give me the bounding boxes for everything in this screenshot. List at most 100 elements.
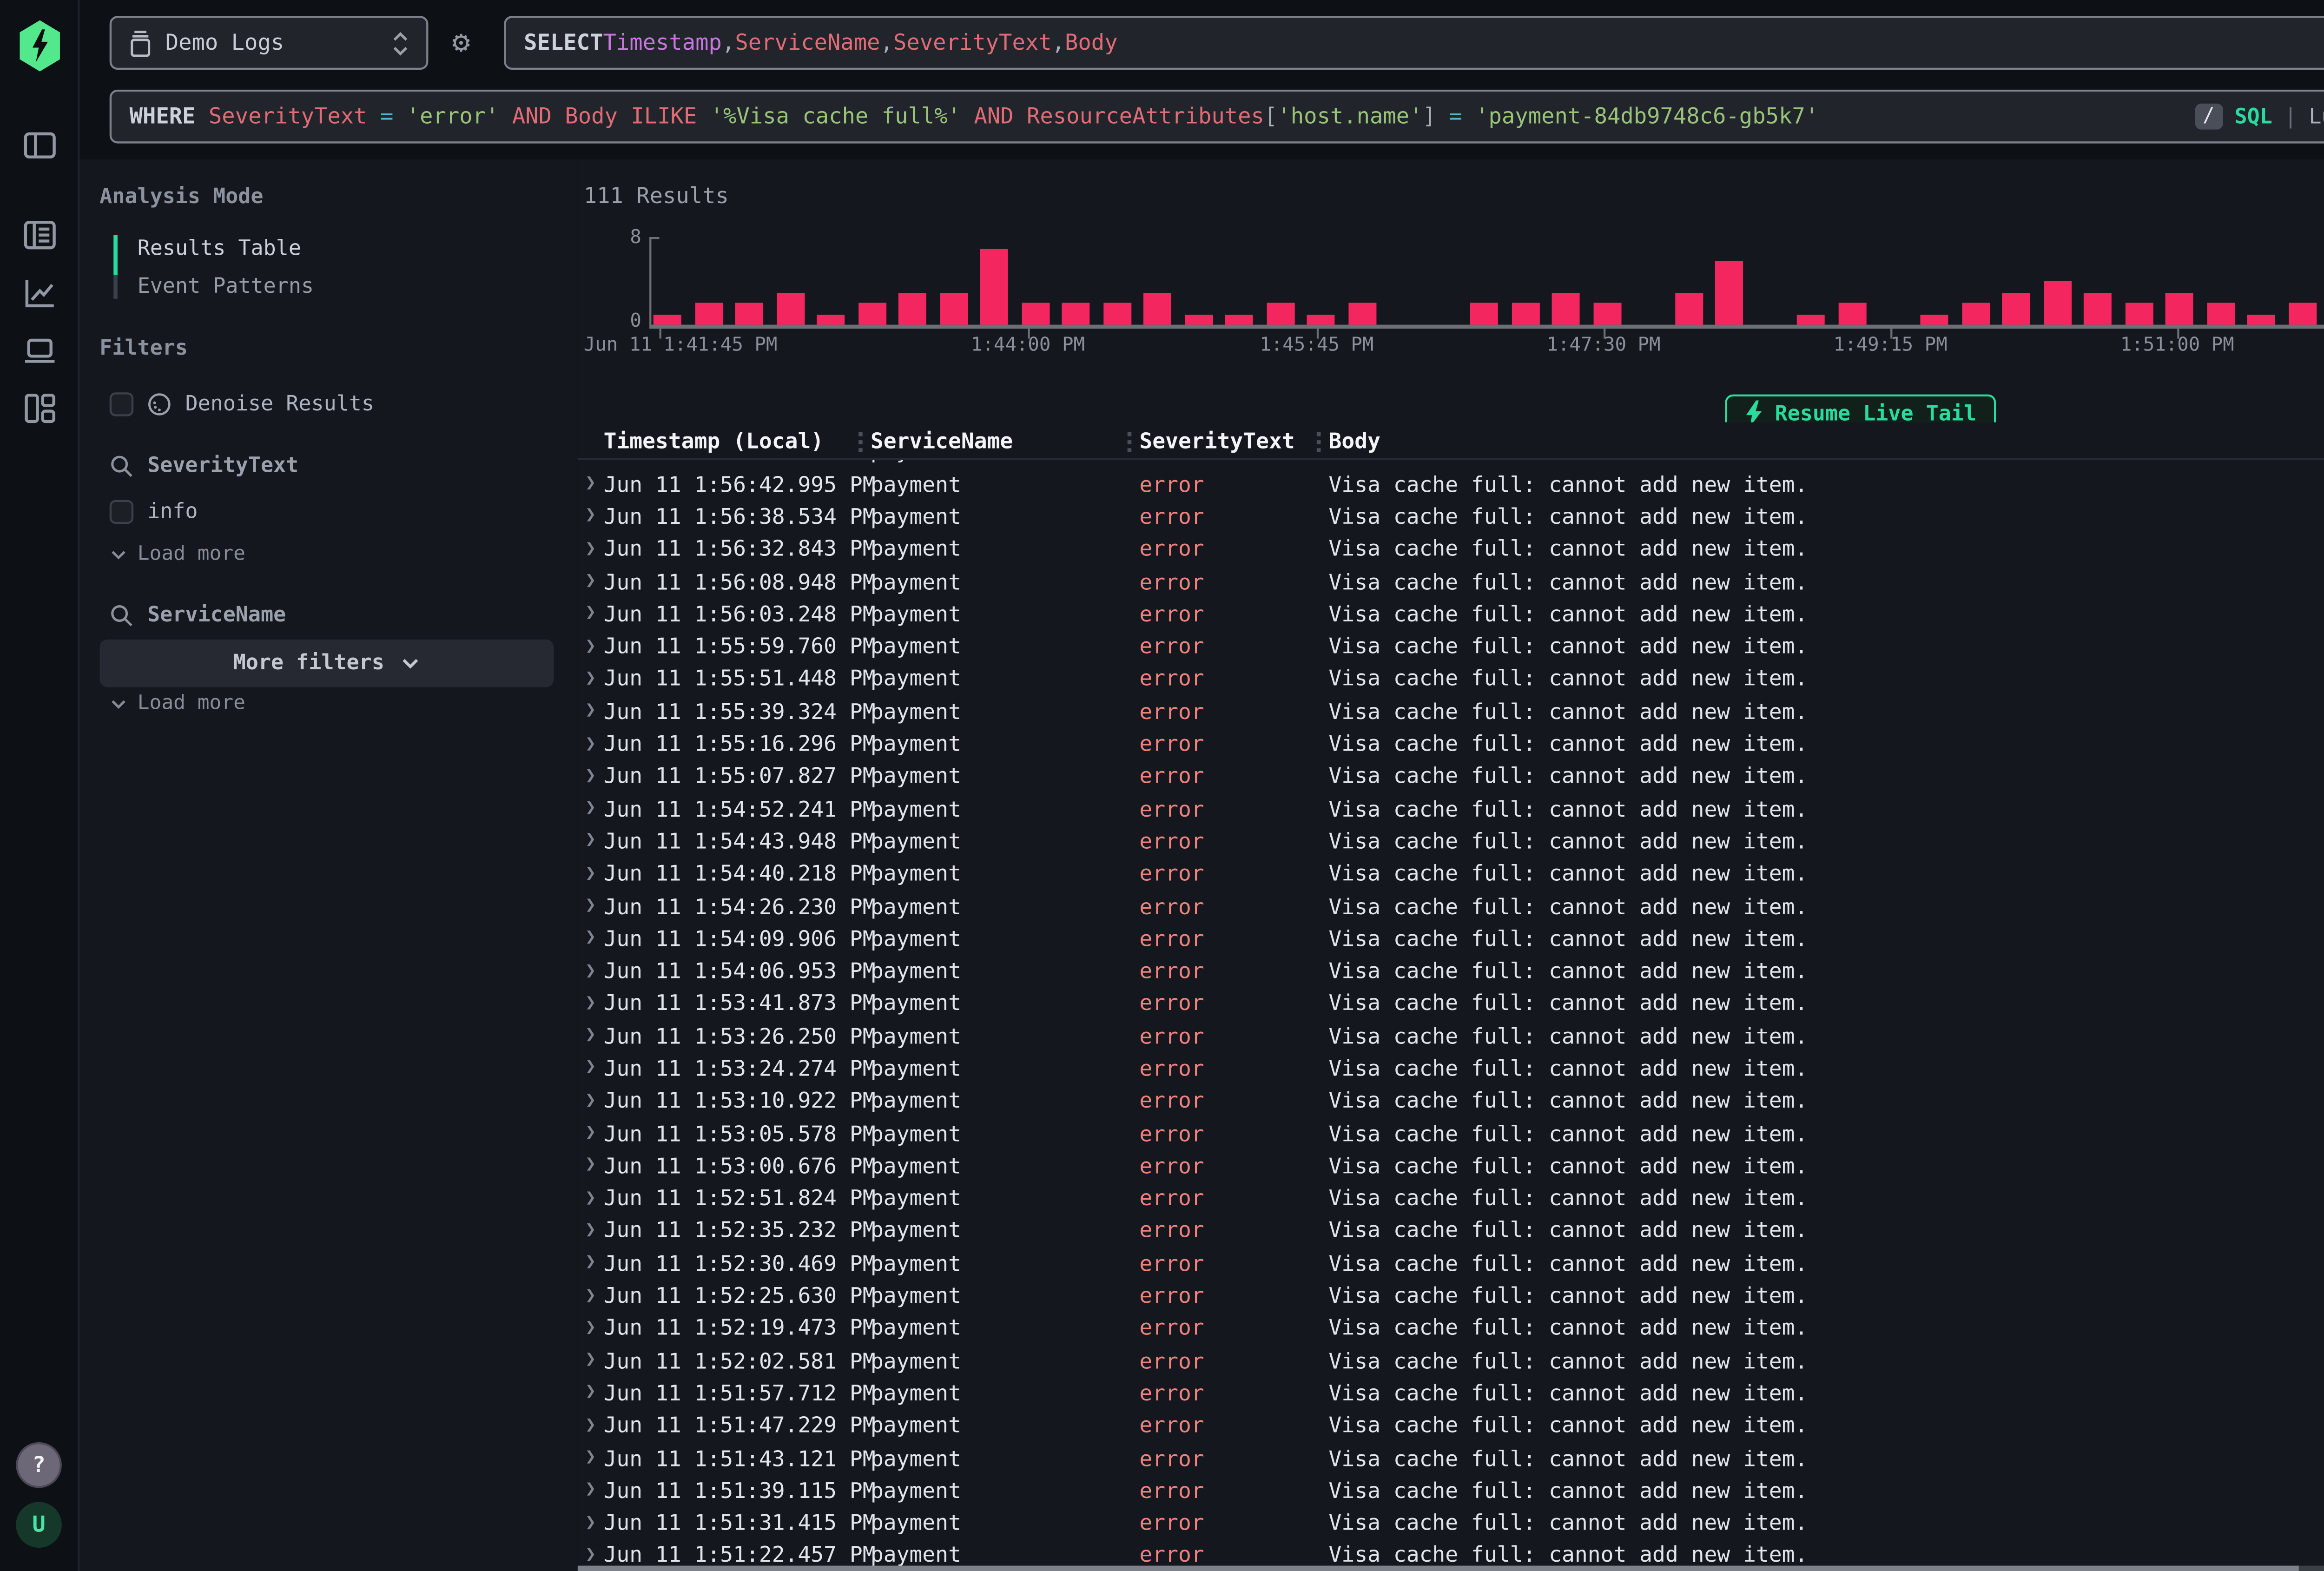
histogram-bar[interactable]: [1798, 314, 1826, 324]
more-filters-button[interactable]: More filters: [99, 640, 554, 687]
sessions-icon[interactable]: [21, 333, 57, 369]
histogram-bar[interactable]: [1185, 314, 1213, 324]
row-expand-chevron-icon[interactable]: ❯: [578, 1448, 604, 1468]
row-expand-chevron-icon[interactable]: ❯: [578, 637, 604, 657]
row-expand-chevron-icon[interactable]: ❯: [578, 1286, 604, 1306]
table-row[interactable]: ❯Jun 11 1:53:05.578 PMpaymenterrorVisa c…: [578, 1117, 2324, 1150]
histogram-bar[interactable]: [817, 314, 845, 324]
table-row[interactable]: ❯Jun 11 1:56:08.948 PMpaymenterrorVisa c…: [578, 566, 2324, 598]
sql-mode-option[interactable]: SQL: [2235, 105, 2272, 128]
table-row[interactable]: ❯Jun 11 1:55:59.760 PMpaymenterrorVisa c…: [578, 630, 2324, 663]
histogram-bar[interactable]: [1226, 314, 1254, 324]
column-resize-handle[interactable]: [1128, 432, 1132, 452]
row-expand-chevron-icon[interactable]: ❯: [578, 1221, 604, 1241]
histogram-bar[interactable]: [2002, 292, 2030, 324]
histogram-bar[interactable]: [1062, 303, 1090, 324]
source-select[interactable]: Demo Logs: [110, 16, 429, 70]
row-expand-chevron-icon[interactable]: ❯: [578, 1481, 604, 1501]
table-row[interactable]: ❯Jun 11 1:51:31.415 PMpaymenterrorVisa c…: [578, 1507, 2324, 1539]
table-row[interactable]: ❯Jun 11 1:53:26.250 PMpaymenterrorVisa c…: [578, 1020, 2324, 1052]
column-resize-handle[interactable]: [1317, 432, 1321, 452]
histogram-bar[interactable]: [654, 314, 681, 324]
source-settings-gear-icon[interactable]: ⚙: [444, 26, 478, 60]
row-expand-chevron-icon[interactable]: ❯: [578, 539, 604, 559]
histogram-bar[interactable]: [1839, 303, 1867, 324]
row-expand-chevron-icon[interactable]: ❯: [578, 1091, 604, 1111]
row-expand-chevron-icon[interactable]: ❯: [578, 799, 604, 819]
row-expand-chevron-icon[interactable]: ❯: [578, 734, 604, 754]
row-expand-chevron-icon[interactable]: ❯: [578, 1351, 604, 1371]
histogram-bar[interactable]: [694, 303, 722, 324]
table-row[interactable]: ❯Jun 11 1:56:38.534 PMpaymenterrorVisa c…: [578, 501, 2324, 533]
histogram-bar[interactable]: [1552, 292, 1580, 324]
row-expand-chevron-icon[interactable]: ❯: [578, 572, 604, 592]
table-row[interactable]: ❯Jun 11 1:54:06.953 PMpaymenterrorVisa c…: [578, 955, 2324, 988]
servicename-field-label[interactable]: ServiceName: [147, 602, 286, 626]
table-row[interactable]: ❯Jun 11 1:54:43.948 PMpaymenterrorVisa c…: [578, 825, 2324, 858]
table-row[interactable]: ❯Jun 11 1:55:16.296 PMpaymenterrorVisa c…: [578, 728, 2324, 760]
histogram-bar[interactable]: [1267, 303, 1294, 324]
histogram-bar[interactable]: [1307, 314, 1335, 324]
row-expand-chevron-icon[interactable]: ❯: [578, 994, 604, 1014]
histogram-bar[interactable]: [1471, 303, 1499, 324]
histogram-bar[interactable]: [1512, 303, 1539, 324]
table-row[interactable]: ❯Jun 11 1:53:24.274 PMpaymenterrorVisa c…: [578, 1052, 2324, 1085]
row-expand-chevron-icon[interactable]: ❯: [578, 669, 604, 689]
table-row[interactable]: ❯Jun 11 1:52:35.232 PMpaymenterrorVisa c…: [578, 1215, 2324, 1248]
histogram-bar[interactable]: [1675, 292, 1703, 324]
where-query-input[interactable]: WHERE SeverityText = 'error' AND Body IL…: [110, 90, 2324, 144]
histogram-bar[interactable]: [1593, 303, 1621, 324]
select-query-input[interactable]: SELECT Timestamp, ServiceName, SeverityT…: [504, 16, 2324, 70]
histogram-bar[interactable]: [2125, 303, 2152, 324]
col-header-servicename[interactable]: ServiceName: [871, 428, 1013, 454]
histogram-bar[interactable]: [1348, 303, 1376, 324]
histogram-bar[interactable]: [1961, 303, 1989, 324]
row-expand-chevron-icon[interactable]: ❯: [578, 1545, 604, 1565]
row-expand-chevron-icon[interactable]: ❯: [578, 1513, 604, 1533]
table-row[interactable]: ❯Jun 11 1:51:39.115 PMpaymenterrorVisa c…: [578, 1474, 2324, 1507]
table-row[interactable]: ❯Jun 11 1:54:40.218 PMpaymenterrorVisa c…: [578, 858, 2324, 890]
table-row[interactable]: ❯Jun 11 1:56:32.843 PMpaymenterrorVisa c…: [578, 533, 2324, 566]
horizontal-scrollbar[interactable]: [578, 1564, 2324, 1571]
histogram-bar[interactable]: [2166, 292, 2193, 324]
row-expand-chevron-icon[interactable]: ❯: [578, 1059, 604, 1079]
panel-left-icon[interactable]: [21, 127, 57, 163]
table-row[interactable]: ❯Jun 11 1:54:26.230 PMpaymenterrorVisa c…: [578, 890, 2324, 923]
col-header-body[interactable]: Body: [1329, 428, 1380, 454]
histogram-bar[interactable]: [939, 292, 967, 324]
table-row[interactable]: ❯Jun 11 1:54:52.241 PMpaymenterrorVisa c…: [578, 793, 2324, 825]
user-avatar[interactable]: U: [16, 1502, 62, 1548]
nav-results-table[interactable]: Results Table: [113, 229, 578, 267]
row-expand-chevron-icon[interactable]: ❯: [578, 961, 604, 981]
nav-event-patterns[interactable]: Event Patterns: [113, 267, 578, 304]
row-expand-chevron-icon[interactable]: ❯: [578, 1254, 604, 1274]
table-row[interactable]: ❯Jun 11 1:53:00.676 PMpaymenterrorVisa c…: [578, 1150, 2324, 1182]
row-expand-chevron-icon[interactable]: ❯: [578, 1156, 604, 1176]
histogram-bar[interactable]: [1144, 292, 1172, 324]
table-row[interactable]: ❯Jun 11 1:56:42.995 PMpaymenterrorVisa c…: [578, 468, 2324, 501]
row-expand-chevron-icon[interactable]: ❯: [578, 1188, 604, 1208]
row-expand-chevron-icon[interactable]: ❯: [578, 702, 604, 722]
histogram-bar[interactable]: [2206, 303, 2234, 324]
table-row[interactable]: ❯Jun 11 1:52:51.824 PMpaymenterrorVisa c…: [578, 1182, 2324, 1215]
table-row[interactable]: ❯Jun 11 1:53:10.922 PMpaymenterrorVisa c…: [578, 1085, 2324, 1117]
search-logs-icon[interactable]: [21, 217, 57, 253]
table-row[interactable]: ❯Jun 11 1:52:25.630 PMpaymenterrorVisa c…: [578, 1280, 2324, 1312]
table-row[interactable]: ❯Jun 11 1:51:57.712 PMpaymenterrorVisa c…: [578, 1377, 2324, 1410]
query-language-toggle[interactable]: / SQL | Lucene: [2195, 92, 2324, 141]
table-row[interactable]: ❯Jun 11 1:51:43.121 PMpaymenterrorVisa c…: [578, 1442, 2324, 1474]
table-row[interactable]: ❯Jun 11 1:52:30.469 PMpaymenterrorVisa c…: [578, 1247, 2324, 1280]
hyperdx-logo-icon[interactable]: [17, 20, 60, 72]
table-row[interactable]: ❯Jun 11 1:53:41.873 PMpaymenterrorVisa c…: [578, 988, 2324, 1020]
histogram-bar[interactable]: [898, 292, 926, 324]
table-row[interactable]: ❯Jun 11 1:52:02.581 PMpaymenterrorVisa c…: [578, 1345, 2324, 1377]
row-expand-chevron-icon[interactable]: ❯: [578, 1123, 604, 1143]
histogram-bar[interactable]: [2043, 282, 2071, 325]
table-row[interactable]: ❯Jun 11 1:52:19.473 PMpaymenterrorVisa c…: [578, 1312, 2324, 1345]
servicename-load-more[interactable]: Load more: [110, 689, 578, 719]
col-header-timestamp[interactable]: Timestamp (Local): [604, 428, 824, 454]
horizontal-scrollbar-thumb[interactable]: [578, 1564, 2298, 1571]
dashboards-icon[interactable]: [21, 390, 57, 426]
histogram-bar[interactable]: [858, 303, 885, 324]
histogram-bar[interactable]: [735, 303, 763, 324]
